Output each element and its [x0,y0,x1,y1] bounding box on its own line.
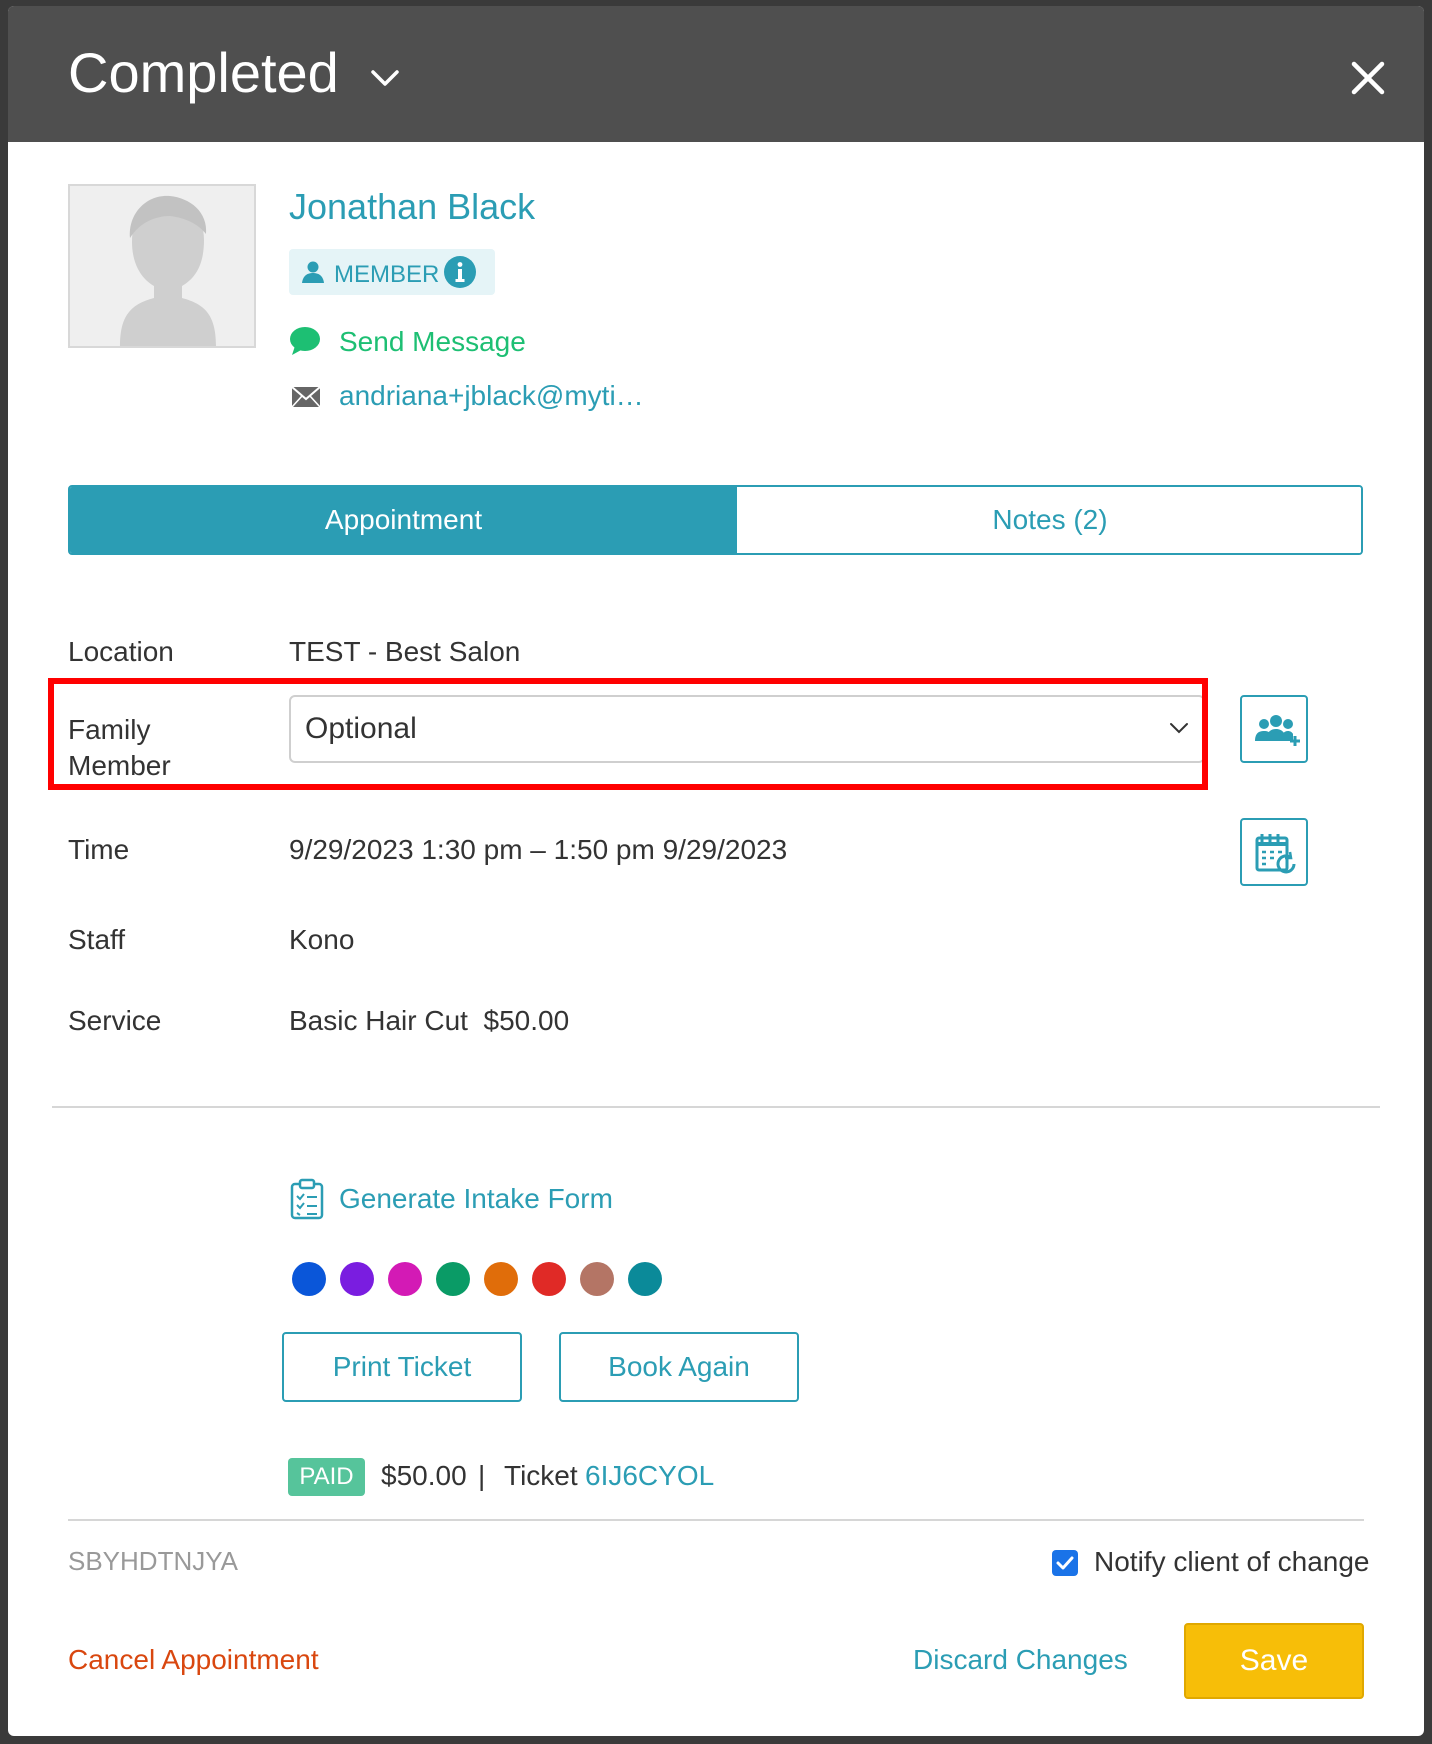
avatar [68,184,256,348]
chat-bubble-icon [290,327,320,355]
staff-label: Staff [68,924,126,955]
send-message-label: Send Message [339,326,526,357]
tab-appointment[interactable]: Appointment [70,487,737,553]
payment-summary: PAID $50.00 | Ticket 6IJ6CYOL [288,1458,1088,1498]
color-swatch[interactable] [388,1262,422,1296]
generate-intake-form-label: Generate Intake Form [339,1183,613,1214]
add-family-member-button[interactable] [1240,695,1308,763]
paid-amount: $50.00 [381,1460,467,1491]
close-icon[interactable] [1348,58,1388,98]
person-icon [302,261,324,283]
client-name[interactable]: Jonathan Black [289,186,535,228]
appointment-modal: Completed Jonathan Black MEMBER Send Mes… [8,6,1424,1736]
checkmark-icon [1056,1556,1074,1570]
save-button[interactable]: Save [1184,1623,1364,1699]
service-value: Basic Hair Cut $50.00 [289,1005,570,1036]
ticket-label: Ticket [504,1460,578,1491]
chevron-down-icon[interactable] [370,68,400,88]
add-family-member-icon [1255,715,1300,746]
calendar-refresh-icon [1255,834,1296,874]
info-icon[interactable] [443,255,477,289]
color-swatch[interactable] [484,1262,518,1296]
paid-badge: PAID [288,1458,365,1496]
member-badge-label: MEMBER [334,261,440,288]
divider [68,1519,1364,1521]
notify-client-label: Notify client of change [1094,1546,1370,1577]
avatar-placeholder-icon [120,195,216,346]
time-label: Time [68,834,130,865]
status-title[interactable]: Completed [68,40,339,105]
discard-changes-link[interactable]: Discard Changes [913,1644,1128,1676]
staff-value: Kono [289,924,355,955]
book-again-button[interactable]: Book Again [559,1332,799,1402]
tab-notes[interactable]: Notes (2) [737,487,1361,553]
divider [52,1106,1380,1108]
cancel-appointment-link[interactable]: Cancel Appointment [68,1644,319,1676]
notify-client-checkbox[interactable]: Notify client of change [1052,1546,1372,1582]
tab-bar: Appointment Notes (2) [68,485,1363,555]
modal-header: Completed [8,6,1424,142]
color-swatch[interactable] [580,1262,614,1296]
checkbox-checked[interactable] [1052,1550,1078,1576]
location-label: Location [68,636,174,667]
appointment-code: SBYHDTNJYA [68,1546,238,1576]
color-swatch[interactable] [628,1262,662,1296]
family-member-highlight [48,678,1208,790]
time-value: 9/29/2023 1:30 pm – 1:50 pm 9/29/2023 [289,834,788,865]
color-swatch[interactable] [436,1262,470,1296]
ticket-code-link[interactable]: 6IJ6CYOL [585,1460,714,1492]
color-swatch[interactable] [340,1262,374,1296]
print-ticket-button[interactable]: Print Ticket [282,1332,522,1402]
separator: | [478,1460,486,1491]
service-label: Service [68,1005,162,1036]
member-badge: MEMBER [289,249,495,295]
location-value: TEST - Best Salon [289,636,521,667]
clipboard-check-icon [290,1178,324,1220]
color-swatch[interactable] [532,1262,566,1296]
color-swatch[interactable] [292,1262,326,1296]
reschedule-button[interactable] [1240,818,1308,886]
envelope-icon [291,386,321,408]
client-email: andriana+jblack@myti… [339,380,644,411]
